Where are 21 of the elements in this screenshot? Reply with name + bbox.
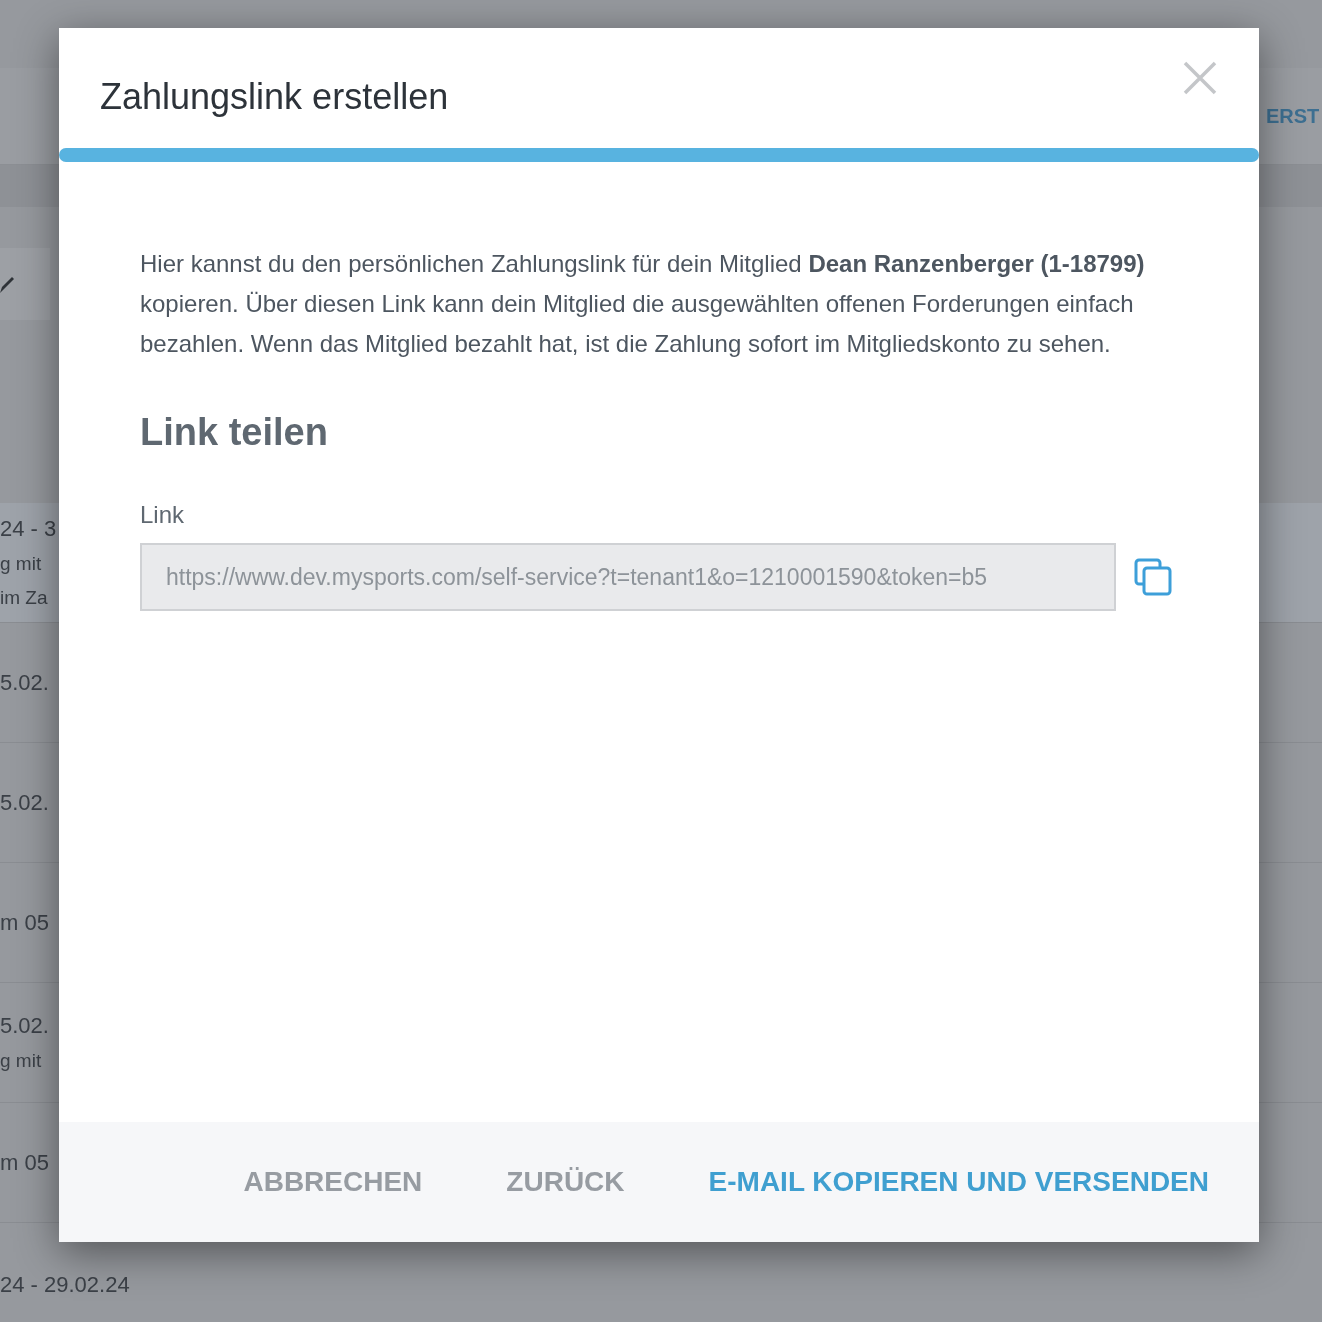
table-cell-text: g mit	[0, 551, 43, 576]
close-icon[interactable]	[1183, 61, 1217, 95]
table-cell-text: m 05	[0, 908, 50, 937]
send-button[interactable]: E-MAIL KOPIEREN UND VERSENDEN	[708, 1161, 1209, 1203]
table-cell-text: 5.02.	[0, 668, 50, 697]
table-cell-text: 24 - 3	[0, 514, 58, 543]
table-cell-text: 5.02.	[0, 788, 50, 817]
section-heading: Link teilen	[140, 410, 329, 455]
field-label: Link	[140, 500, 186, 530]
header-link[interactable]: ERST	[1266, 101, 1322, 131]
dialog-title: Zahlungslink erstellen	[100, 75, 449, 119]
description-text: Hier kannst du den persönlichen Zahlungslink für dein Mitglied Dean Ranzenberger (1-18799) kopieren. Über diesen Link kann dein Mitglied die ausgewählten offenen Forderungen einfach bezahlen. Wenn das Mitglied bezahlt hat, ist die Zahlung sofort im Mitgliedskonto zu sehen.	[140, 249, 1146, 359]
table-cell-text: m 05	[0, 1148, 50, 1177]
dialog-button[interactable]: ABBRECHEN	[243, 1161, 423, 1203]
dialog-button[interactable]: ZURÜCK	[506, 1161, 625, 1203]
table-cell-text: im Za	[0, 585, 49, 610]
table-cell-text: 5.02.	[0, 1011, 50, 1040]
table-cell-text: 24 - 29.02.24	[0, 1271, 131, 1299]
table-cell-text: g mit	[0, 1048, 43, 1073]
copy-icon[interactable]	[1134, 558, 1172, 596]
pencil-icon[interactable]	[0, 275, 14, 293]
